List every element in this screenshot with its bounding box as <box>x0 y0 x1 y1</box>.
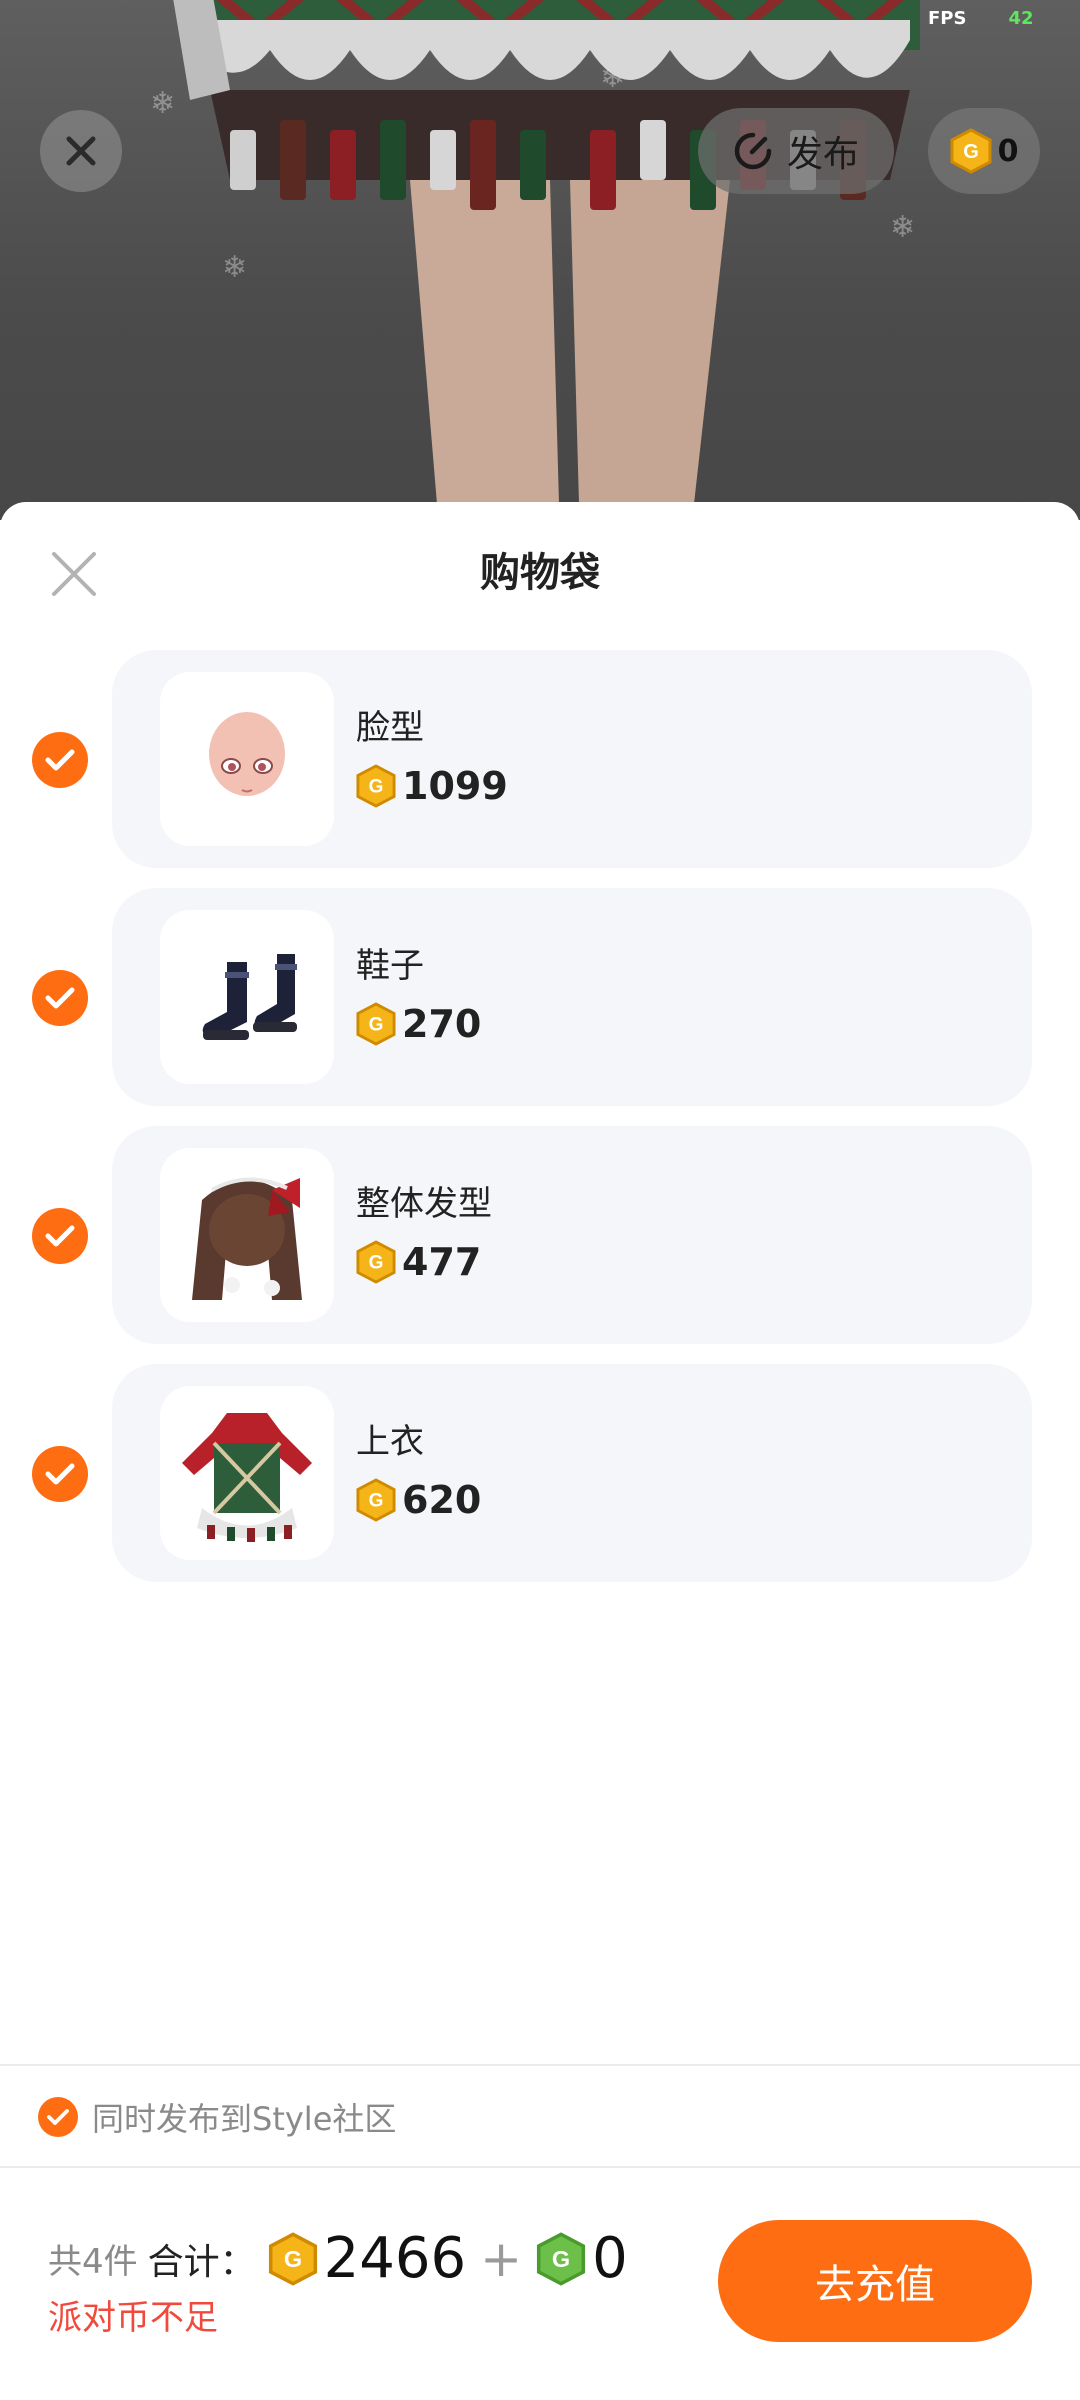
publish-label: 发布 <box>786 134 859 175</box>
total-summary: 共4件 合计： G 2466 + G 0 <box>48 2226 628 2291</box>
gold-total: 2466 <box>323 2226 467 2291</box>
svg-text:G: G <box>369 1491 384 1512</box>
fps-counter: FPS 42 <box>928 8 1034 29</box>
top-clothing-icon <box>182 1413 312 1542</box>
sheet-title: 购物袋 <box>480 550 600 596</box>
checkmark-icon <box>47 2109 69 2125</box>
svg-text:G: G <box>369 1253 384 1274</box>
svg-text:G: G <box>963 141 979 163</box>
avatar-preview-scene[interactable]: ❄ ❄ ❄ ❄ ❄ <box>0 0 1080 520</box>
item-card[interactable]: 脸型 G 1099 <box>112 650 1032 868</box>
gold-coin-icon: G <box>356 1478 396 1522</box>
publish-to-community-label: 同时发布到Style社区 <box>92 2100 397 2138</box>
cart-item[interactable]: 鞋子 G 270 <box>0 888 1080 1106</box>
item-price: G 477 <box>356 1240 481 1284</box>
close-icon <box>66 136 96 166</box>
gold-coin-icon: G <box>356 1002 396 1046</box>
cart-item[interactable]: 整体发型 G 477 <box>0 1126 1080 1344</box>
item-checkbox[interactable] <box>32 732 88 788</box>
publish-icon <box>734 132 772 170</box>
checkmark-icon <box>45 749 75 771</box>
item-checkbox[interactable] <box>32 970 88 1026</box>
gold-coin-icon: G <box>268 2231 317 2286</box>
divider <box>0 2166 1080 2168</box>
publish-to-community-toggle[interactable]: 同时发布到Style社区 <box>38 2094 396 2140</box>
divider <box>0 2064 1080 2066</box>
item-thumbnail <box>160 910 334 1084</box>
plus-sign: + <box>480 2229 523 2288</box>
total-label: 合计： <box>147 2241 256 2283</box>
item-name: 整体发型 <box>356 1184 492 1224</box>
item-price-value: 620 <box>402 1478 482 1522</box>
svg-text:G: G <box>369 777 384 798</box>
item-name: 脸型 <box>356 708 424 748</box>
item-price: G 620 <box>356 1478 481 1522</box>
item-count: 共4件 <box>48 2242 138 2282</box>
publish-button[interactable]: 发布 <box>698 108 894 194</box>
insufficient-coins-warning: 派对币不足 <box>48 2298 218 2338</box>
gold-coin-icon: G <box>356 764 396 808</box>
item-thumbnail <box>160 1386 334 1560</box>
item-name: 上衣 <box>356 1422 424 1462</box>
item-price: G 270 <box>356 1002 481 1046</box>
cart-item[interactable]: 脸型 G 1099 <box>0 650 1080 868</box>
svg-text:G: G <box>369 1015 384 1036</box>
hairstyle-icon <box>192 1177 302 1300</box>
item-card[interactable]: 整体发型 G 477 <box>112 1126 1032 1344</box>
item-name: 鞋子 <box>356 946 424 986</box>
item-checkbox[interactable] <box>32 1446 88 1502</box>
svg-text:G: G <box>552 2246 570 2272</box>
checkmark-icon <box>45 1463 75 1485</box>
item-thumbnail <box>160 1148 334 1322</box>
item-price-value: 270 <box>402 1002 482 1046</box>
item-card[interactable]: 鞋子 G 270 <box>112 888 1032 1106</box>
item-price-value: 477 <box>402 1240 482 1284</box>
fps-label: FPS <box>928 8 967 29</box>
green-total: 0 <box>592 2226 628 2291</box>
shopping-bag-sheet: 购物袋 脸型 G 1099 鞋子 G 270 整体发型 G 477 上衣 G 6… <box>0 502 1080 2400</box>
avatar-model <box>173 0 920 520</box>
recharge-button[interactable]: 去充值 <box>718 2220 1032 2342</box>
scene-close-button[interactable] <box>40 110 122 192</box>
svg-text:G: G <box>284 2246 302 2272</box>
checkmark-icon <box>45 987 75 1009</box>
community-checkbox[interactable] <box>38 2097 78 2137</box>
coin-balance-value: 0 <box>997 133 1019 169</box>
item-card[interactable]: 上衣 G 620 <box>112 1364 1032 1582</box>
coin-balance[interactable]: G 0 <box>928 108 1040 194</box>
shoes-icon <box>202 954 297 1040</box>
green-coin-icon: G <box>537 2231 586 2286</box>
item-thumbnail <box>160 672 334 846</box>
gold-coin-icon: G <box>356 1240 396 1284</box>
item-price: G 1099 <box>356 764 508 808</box>
fps-value: 42 <box>1008 8 1034 29</box>
item-checkbox[interactable] <box>32 1208 88 1264</box>
face-shape-icon <box>209 712 285 796</box>
cart-item[interactable]: 上衣 G 620 <box>0 1364 1080 1582</box>
gold-coin-icon: G <box>950 128 992 174</box>
checkmark-icon <box>45 1225 75 1247</box>
item-price-value: 1099 <box>402 764 508 808</box>
